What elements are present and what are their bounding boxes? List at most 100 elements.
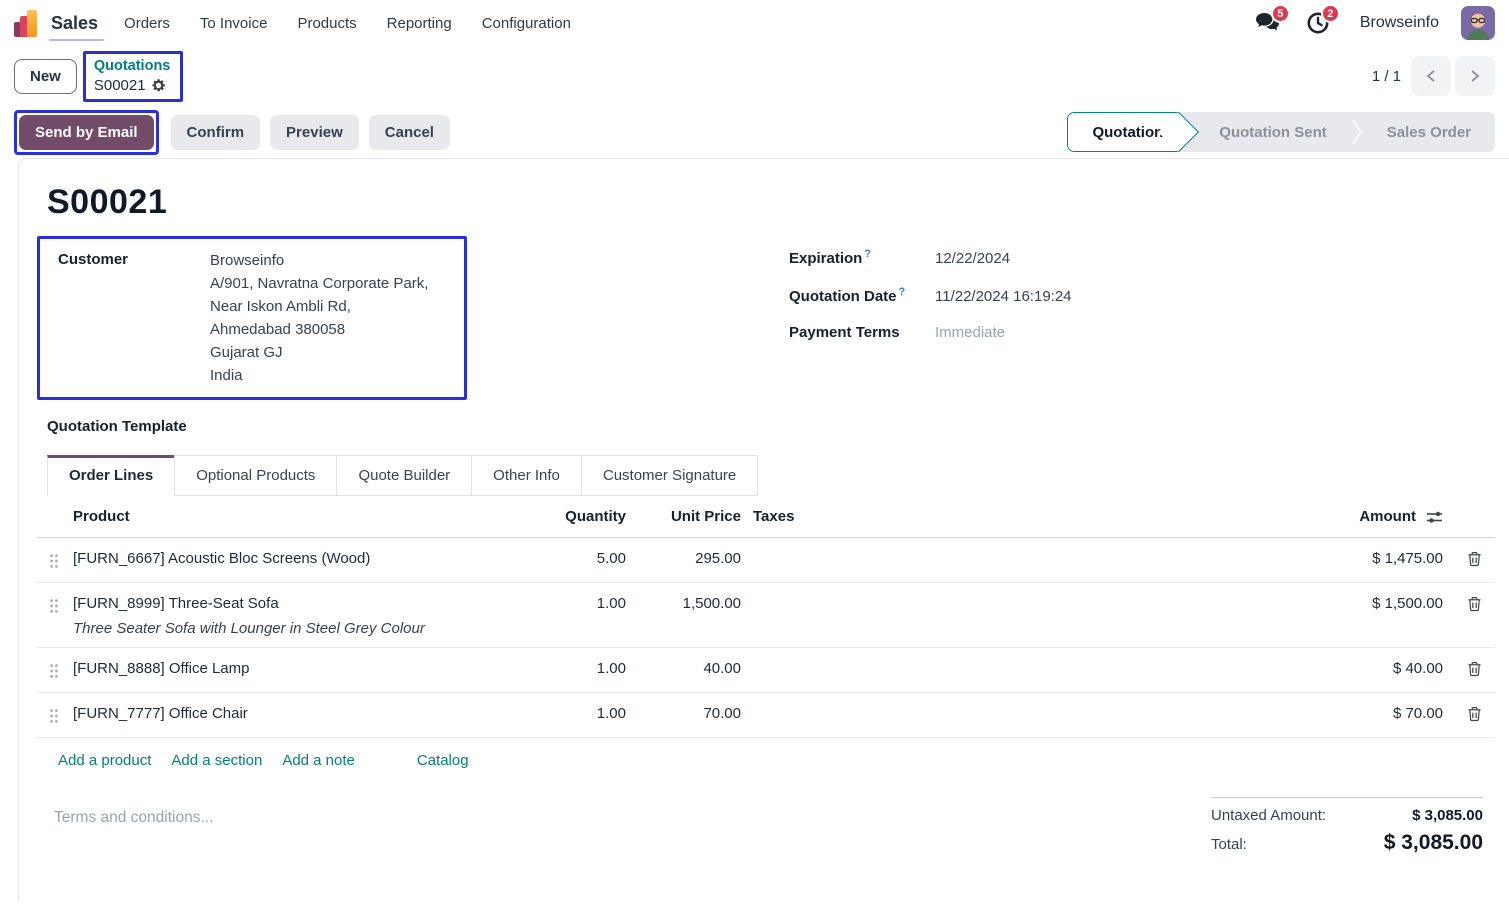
product-cell[interactable]: [FURN_8999] Three-Seat Sofa Three Seater…	[71, 583, 541, 647]
customer-address-line: Near Iskon Ambli Rd,	[210, 295, 428, 318]
delete-row-icon[interactable]	[1453, 538, 1495, 567]
customer-value[interactable]: Browseinfo A/901, Navratna Corporate Par…	[210, 249, 428, 387]
unit-price-cell[interactable]: 40.00	[636, 648, 751, 687]
product-cell[interactable]: [FURN_8888] Office Lamp	[71, 648, 541, 687]
tab-order-lines[interactable]: Order Lines	[47, 455, 175, 496]
quotation-date-label: Quotation Date?	[789, 286, 935, 305]
column-header-quantity[interactable]: Quantity	[541, 498, 636, 535]
help-icon[interactable]: ?	[864, 248, 871, 260]
menu-orders[interactable]: Orders	[124, 15, 170, 32]
send-by-email-button[interactable]: Send by Email	[19, 115, 154, 150]
menu-reporting[interactable]: Reporting	[387, 15, 452, 32]
drag-handle-icon[interactable]	[37, 693, 71, 724]
user-name[interactable]: Browseinfo	[1360, 14, 1439, 32]
customer-name[interactable]: Browseinfo	[210, 249, 428, 272]
total-label: Total:	[1211, 836, 1247, 853]
sheet-footer: Terms and conditions... Untaxed Amount: …	[37, 797, 1495, 862]
quotation-template-label: Quotation Template	[47, 418, 763, 435]
pager-next-button[interactable]	[1455, 56, 1495, 96]
customer-address-line: Ahmedabad 380058	[210, 318, 428, 341]
product-cell[interactable]: [FURN_6667] Acoustic Bloc Screens (Wood)	[71, 538, 541, 577]
delete-row-icon[interactable]	[1453, 648, 1495, 677]
column-header-unit-price[interactable]: Unit Price	[636, 498, 751, 535]
stage-quotation-sent[interactable]: Quotation Sent	[1195, 112, 1351, 152]
unit-price-cell[interactable]: 1,500.00	[636, 583, 751, 622]
unit-price-cell[interactable]: 295.00	[636, 538, 751, 577]
stage-sales-order[interactable]: Sales Order	[1363, 112, 1495, 152]
pager-previous-button[interactable]	[1411, 56, 1451, 96]
activities-badge: 2	[1321, 4, 1340, 23]
add-a-section-link[interactable]: Add a section	[171, 752, 262, 769]
quantity-cell[interactable]: 5.00	[541, 538, 636, 577]
order-lines-table: Product Quantity Unit Price Taxes Amount	[37, 498, 1495, 783]
payment-terms-value[interactable]: Immediate	[935, 324, 1005, 341]
amount-cell: $ 40.00	[1298, 648, 1453, 687]
top-navbar: Sales Orders To Invoice Products Reporti…	[0, 0, 1509, 46]
column-header-taxes[interactable]: Taxes	[751, 498, 1298, 535]
customer-address-line: A/901, Navratna Corporate Park,	[210, 272, 428, 295]
terms-and-conditions-input[interactable]: Terms and conditions...	[37, 797, 213, 862]
customer-field-group: Customer Browseinfo A/901, Navratna Corp…	[37, 236, 467, 400]
menu-configuration[interactable]: Configuration	[482, 15, 571, 32]
tab-other-info[interactable]: Other Info	[471, 455, 582, 496]
column-header-amount[interactable]: Amount	[1359, 508, 1416, 525]
product-cell[interactable]: [FURN_7777] Office Chair	[71, 693, 541, 732]
menu-to-invoice[interactable]: To Invoice	[200, 15, 268, 32]
pager: 1 / 1	[1372, 56, 1495, 96]
delete-row-icon[interactable]	[1453, 693, 1495, 722]
action-row: Send by Email Confirm Preview Cancel Quo…	[0, 106, 1509, 158]
tab-customer-signature[interactable]: Customer Signature	[581, 455, 758, 496]
user-avatar[interactable]	[1461, 6, 1495, 40]
cancel-button[interactable]: Cancel	[369, 115, 450, 150]
drag-handle-icon[interactable]	[37, 583, 71, 614]
payment-terms-field: Payment Terms Immediate	[789, 324, 1495, 341]
help-icon[interactable]: ?	[899, 286, 906, 298]
drag-handle-icon[interactable]	[37, 538, 71, 569]
app-name[interactable]: Sales	[51, 13, 98, 34]
quantity-cell[interactable]: 1.00	[541, 648, 636, 687]
amount-cell: $ 1,475.00	[1298, 538, 1453, 577]
statusbar: Quotation Quotation Sent Sales Order	[1067, 112, 1495, 152]
amount-cell: $ 1,500.00	[1298, 583, 1453, 622]
drag-handle-icon[interactable]	[37, 648, 71, 679]
quantity-cell[interactable]: 1.00	[541, 583, 636, 622]
preview-button[interactable]: Preview	[270, 115, 359, 150]
order-line-row: [FURN_8999] Three-Seat Sofa Three Seater…	[37, 583, 1495, 648]
expiration-field: Expiration? 12/22/2024	[789, 248, 1495, 267]
customer-address-line: Gujarat GJ	[210, 341, 428, 364]
gear-icon[interactable]	[151, 78, 166, 93]
main-menu: Orders To Invoice Products Reporting Con…	[124, 15, 571, 32]
stage-quotation[interactable]: Quotation	[1067, 112, 1179, 152]
messages-badge: 5	[1271, 4, 1290, 23]
confirm-button[interactable]: Confirm	[171, 115, 261, 150]
expiration-value[interactable]: 12/22/2024	[935, 250, 1010, 267]
taxes-cell[interactable]	[751, 583, 1298, 605]
tab-quote-builder[interactable]: Quote Builder	[336, 455, 472, 496]
tab-optional-products[interactable]: Optional Products	[174, 455, 337, 496]
menu-products[interactable]: Products	[297, 15, 356, 32]
optional-columns-icon[interactable]	[1426, 509, 1443, 525]
quotation-date-value[interactable]: 11/22/2024 16:19:24	[935, 288, 1072, 305]
chevron-right-icon	[1351, 112, 1363, 152]
catalog-link[interactable]: Catalog	[417, 752, 469, 769]
untaxed-amount-row: Untaxed Amount: $ 3,085.00	[1211, 807, 1483, 824]
taxes-cell[interactable]	[751, 693, 1298, 715]
taxes-cell[interactable]	[751, 648, 1298, 670]
breadcrumb-quotations-link[interactable]: Quotations	[94, 56, 171, 76]
customer-label: Customer	[58, 249, 210, 387]
untaxed-amount-label: Untaxed Amount:	[1211, 807, 1326, 824]
activities-button[interactable]: 2	[1304, 9, 1332, 37]
breadcrumb-row: New Quotations S00021 1 / 1	[0, 46, 1509, 106]
new-button[interactable]: New	[14, 59, 77, 94]
unit-price-cell[interactable]: 70.00	[636, 693, 751, 732]
quantity-cell[interactable]: 1.00	[541, 693, 636, 732]
column-header-product[interactable]: Product	[71, 498, 541, 535]
table-links-row: Add a product Add a section Add a note C…	[37, 738, 1495, 783]
messages-button[interactable]: 5	[1254, 9, 1282, 37]
delete-row-icon[interactable]	[1453, 583, 1495, 612]
totals-block: Untaxed Amount: $ 3,085.00 Total: $ 3,08…	[1211, 797, 1483, 862]
add-a-note-link[interactable]: Add a note	[282, 752, 355, 769]
taxes-cell[interactable]	[751, 538, 1298, 560]
add-a-product-link[interactable]: Add a product	[58, 752, 151, 769]
odoo-logo-icon[interactable]	[14, 9, 37, 37]
